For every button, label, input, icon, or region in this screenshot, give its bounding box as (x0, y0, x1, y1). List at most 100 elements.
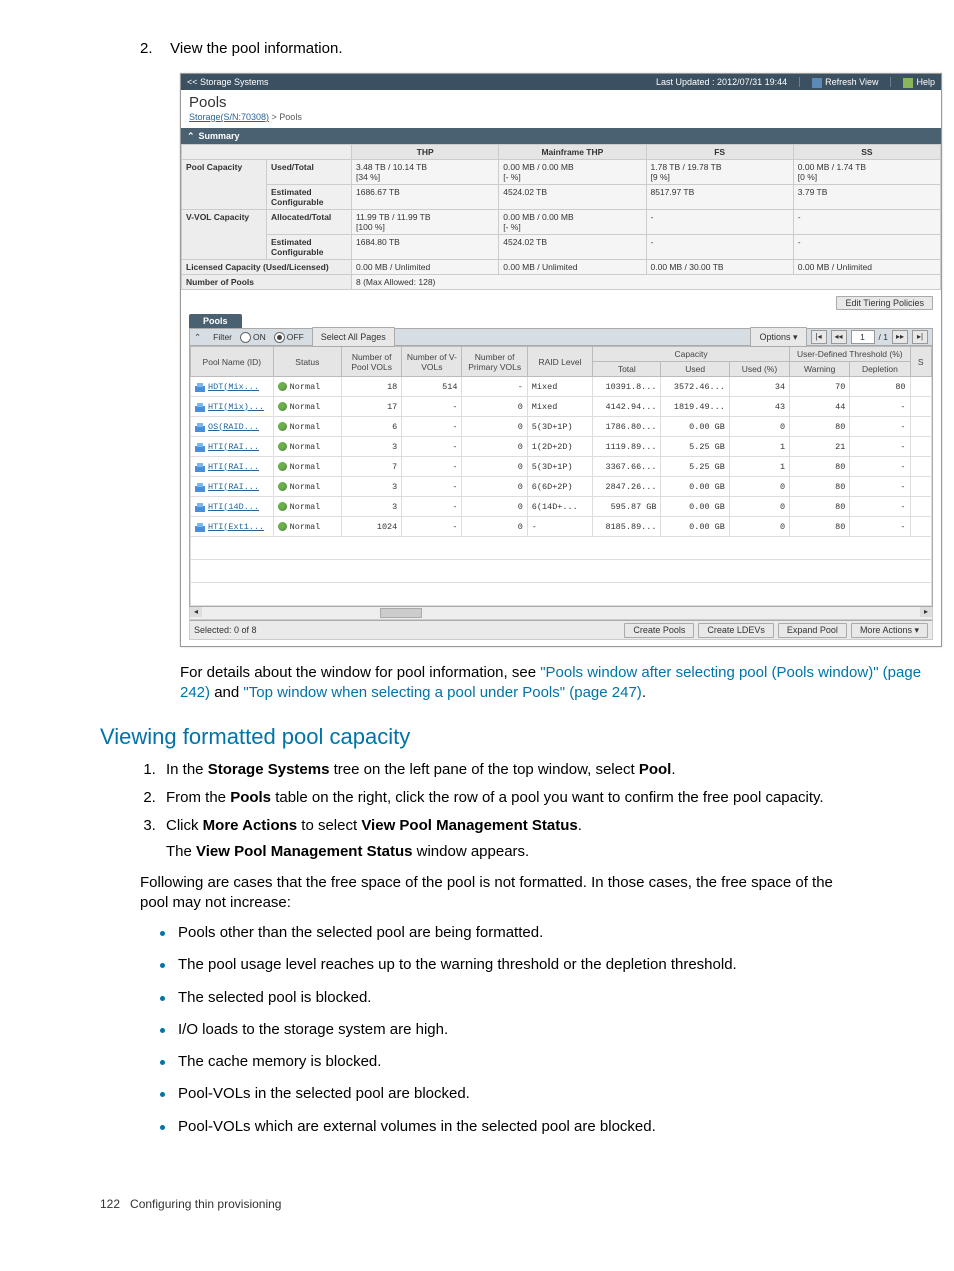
step-item-2: From the Pools table on the right, click… (160, 788, 894, 808)
status-cell: Normal (273, 397, 341, 417)
filter-bar: ⌃ Filter ON OFF Select All Pages Options… (189, 328, 933, 346)
table-row[interactable]: HTI(RAI...Normal7-05(3D+1P)3367.66...5.2… (191, 457, 932, 477)
filter-off-option[interactable]: OFF (274, 329, 304, 345)
status-ok-icon (278, 442, 287, 451)
col-fs: FS (646, 145, 793, 160)
status-cell: Normal (273, 497, 341, 517)
status-cell: Normal (273, 437, 341, 457)
topbar: << Storage Systems Last Updated : 2012/0… (181, 74, 941, 90)
bullets-list: Pools other than the selected pool are b… (160, 923, 854, 1137)
status-cell: Normal (273, 517, 341, 537)
status-ok-icon (278, 382, 287, 391)
page-last-button[interactable]: ▸| (912, 330, 928, 344)
pools-table: Pool Name (ID) Status Number of Pool VOL… (190, 346, 932, 606)
steps-list: In the Storage Systems tree on the left … (160, 760, 894, 863)
filter-on-option[interactable]: ON (240, 329, 266, 345)
status-ok-icon (278, 462, 287, 471)
more-actions-button[interactable]: More Actions ▾ (851, 623, 928, 638)
table-row[interactable]: HTI(Ext1...Normal1024-0-8185.89...0.00 G… (191, 517, 932, 537)
status-ok-icon (278, 502, 287, 511)
help-link[interactable]: Help (903, 74, 935, 90)
section-heading: Viewing formatted pool capacity (100, 724, 894, 750)
pool-icon (195, 482, 205, 492)
pool-name-link[interactable]: HTI(RAI... (195, 482, 269, 492)
step-2-text: View the pool information. (170, 40, 342, 57)
page-title: Pools (189, 94, 933, 111)
step-item-1: In the Storage Systems tree on the left … (160, 760, 894, 780)
pools-tab[interactable]: Pools (189, 314, 242, 328)
step-2: 2. View the pool information. (140, 40, 894, 57)
pool-name-link[interactable]: HTI(RAI... (195, 442, 269, 452)
table-row[interactable]: HTI(RAI...Normal3-01(2D+2D)1119.89...5.2… (191, 437, 932, 457)
step-2-number: 2. (140, 40, 166, 57)
bullet-item: Pools other than the selected pool are b… (160, 923, 854, 943)
pool-name-link[interactable]: HTI(RAI... (195, 462, 269, 472)
link-top-window[interactable]: "Top window when selecting a pool under … (243, 684, 641, 701)
caption-text: For details about the window for pool in… (180, 663, 940, 704)
bullet-item: I/O loads to the storage system are high… (160, 1020, 854, 1040)
footer-text: Configuring thin provisioning (130, 1197, 281, 1211)
col-thp: THP (352, 145, 499, 160)
bullet-item: The selected pool is blocked. (160, 988, 854, 1008)
summary-table: THP Mainframe THP FS SS Pool Capacity Us… (181, 144, 941, 290)
page-of-label: / 1 (879, 329, 888, 345)
page-footer: 122 Configuring thin provisioning (100, 1197, 894, 1211)
selected-count: Selected: 0 of 8 (194, 625, 257, 635)
collapse-icon: ⌃ (194, 329, 201, 345)
pool-name-link[interactable]: HTI(Ext1... (195, 522, 269, 532)
pool-icon (195, 522, 205, 532)
pool-icon (195, 382, 205, 392)
page-next-button[interactable]: ▸▸ (892, 330, 908, 344)
topbar-divider (890, 77, 891, 87)
expand-pool-button[interactable]: Expand Pool (778, 623, 847, 638)
select-all-pages-button[interactable]: Select All Pages (312, 327, 395, 347)
page-number-input[interactable]: 1 (851, 330, 875, 344)
breadcrumb-storage-link[interactable]: Storage(S/N:70308) (189, 112, 269, 122)
back-storage-systems[interactable]: << Storage Systems (187, 74, 269, 90)
pool-icon (195, 402, 205, 412)
topbar-divider (799, 77, 800, 87)
status-cell: Normal (273, 377, 341, 397)
col-mf: Mainframe THP (499, 145, 646, 160)
col-ss: SS (793, 145, 940, 160)
scroll-right-icon[interactable]: ▸ (920, 607, 932, 617)
bullet-item: Pool-VOLs which are external volumes in … (160, 1117, 854, 1137)
scrollbar-thumb[interactable] (380, 608, 422, 618)
help-icon (903, 78, 913, 88)
breadcrumb: Storage(S/N:70308) > Pools (189, 112, 933, 122)
edit-tiering-policies-button[interactable]: Edit Tiering Policies (836, 296, 933, 310)
status-cell: Normal (273, 457, 341, 477)
selection-footer: Selected: 0 of 8 Create Pools Create LDE… (189, 620, 933, 640)
pool-name-link[interactable]: OS(RAID... (195, 422, 269, 432)
scroll-left-icon[interactable]: ◂ (190, 607, 202, 617)
status-cell: Normal (273, 417, 341, 437)
table-row[interactable]: HTI(14D...Normal3-06(14D+...595.87 GB0.0… (191, 497, 932, 517)
last-updated: Last Updated : 2012/07/31 19:44 (656, 74, 787, 90)
pool-icon (195, 502, 205, 512)
horizontal-scrollbar[interactable]: ◂ ▸ (189, 607, 933, 620)
pool-name-link[interactable]: HTI(Mix)... (195, 402, 269, 412)
page-first-button[interactable]: |◂ (811, 330, 827, 344)
filter-label: Filter (213, 329, 232, 345)
pool-icon (195, 442, 205, 452)
status-ok-icon (278, 482, 287, 491)
pool-name-link[interactable]: HTI(14D... (195, 502, 269, 512)
create-pools-button[interactable]: Create Pools (624, 623, 694, 638)
summary-header[interactable]: ⌃Summary (181, 128, 941, 144)
step-item-3: Click More Actions to select View Pool M… (160, 816, 894, 863)
table-row[interactable]: HDT(Mix...Normal18514-Mixed10391.8...357… (191, 377, 932, 397)
bullet-item: Pool-VOLs in the selected pool are block… (160, 1084, 854, 1104)
bullet-item: The pool usage level reaches up to the w… (160, 955, 854, 975)
table-row[interactable]: HTI(RAI...Normal3-06(6D+2P)2847.26...0.0… (191, 477, 932, 497)
page-header: Pools Storage(S/N:70308) > Pools (181, 90, 941, 128)
refresh-view-link[interactable]: Refresh View (812, 74, 878, 90)
pool-icon (195, 462, 205, 472)
pool-icon (195, 422, 205, 432)
create-ldevs-button[interactable]: Create LDEVs (698, 623, 774, 638)
table-row[interactable]: OS(RAID...Normal6-05(3D+1P)1786.80...0.0… (191, 417, 932, 437)
page-prev-button[interactable]: ◂◂ (831, 330, 847, 344)
pool-name-link[interactable]: HDT(Mix... (195, 382, 269, 392)
table-row[interactable]: HTI(Mix)...Normal17-0Mixed4142.94...1819… (191, 397, 932, 417)
options-button[interactable]: Options ▾ (750, 327, 806, 347)
following-text: Following are cases that the free space … (140, 873, 854, 914)
